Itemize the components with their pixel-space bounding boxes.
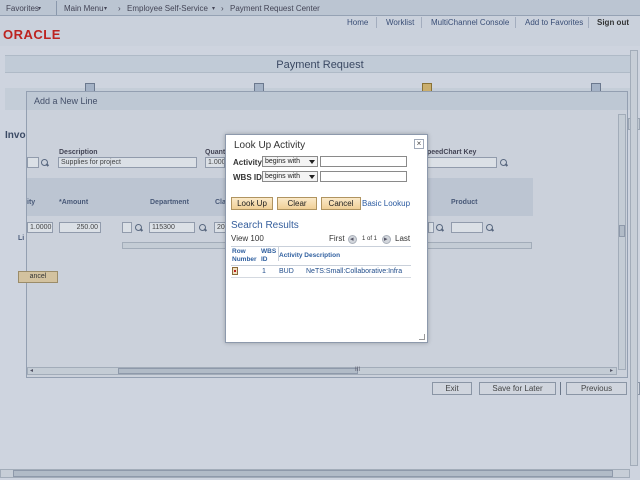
activity-label: Activity:: [233, 158, 265, 167]
col-activity-description[interactable]: Activity Description: [279, 252, 340, 260]
table-row[interactable]: 1 BUD NeTS:Small:Collaborative:Infra: [231, 266, 411, 278]
wbs-operator-value: begins with: [265, 173, 301, 180]
activity-operator-select[interactable]: begins with: [262, 156, 318, 167]
chevron-down-icon: [309, 175, 315, 179]
last-link[interactable]: Last: [395, 234, 410, 243]
col-row-number-line1: Row: [232, 248, 246, 255]
wbs-id-label: WBS ID:: [233, 173, 265, 182]
resize-handle-icon[interactable]: [419, 334, 425, 340]
results-table-header: Row Number WBS ID Activity Description: [231, 246, 411, 266]
basic-lookup-link[interactable]: Basic Lookup: [362, 199, 410, 208]
col-wbs-id[interactable]: WBS ID: [261, 248, 276, 264]
row-select-icon[interactable]: [232, 267, 238, 275]
dialog-title: Look Up Activity: [234, 140, 306, 151]
cell-activity[interactable]: BUD: [279, 268, 294, 275]
wbs-operator-select[interactable]: begins with: [262, 171, 318, 182]
col-wbs-id-line2: ID: [261, 256, 268, 263]
cell-description[interactable]: NeTS:Small:Collaborative:Infra: [306, 268, 402, 275]
page-info: 1 of 1: [362, 236, 378, 242]
activity-input[interactable]: [320, 156, 407, 167]
first-link[interactable]: First: [329, 234, 345, 243]
close-icon[interactable]: ×: [414, 139, 424, 149]
clear-button[interactable]: Clear: [277, 197, 317, 210]
search-results-title: Search Results: [231, 220, 299, 231]
cell-wbs-id[interactable]: 1: [262, 268, 266, 275]
activity-operator-value: begins with: [265, 158, 301, 165]
col-row-number[interactable]: Row Number: [232, 248, 257, 264]
previous-page-icon[interactable]: ◂: [348, 235, 357, 244]
view-100-link[interactable]: View 100: [231, 234, 264, 243]
look-up-button[interactable]: Look Up: [231, 197, 273, 210]
cancel-button[interactable]: Cancel: [321, 197, 361, 210]
wbs-id-input[interactable]: [320, 171, 407, 182]
chevron-down-icon: [309, 160, 315, 164]
next-page-icon[interactable]: ▸: [382, 235, 391, 244]
col-wbs-id-line1: WBS: [261, 248, 277, 255]
col-row-number-line2: Number: [232, 256, 257, 263]
look-up-activity-dialog: Look Up Activity × Activity: begins with…: [225, 134, 428, 343]
